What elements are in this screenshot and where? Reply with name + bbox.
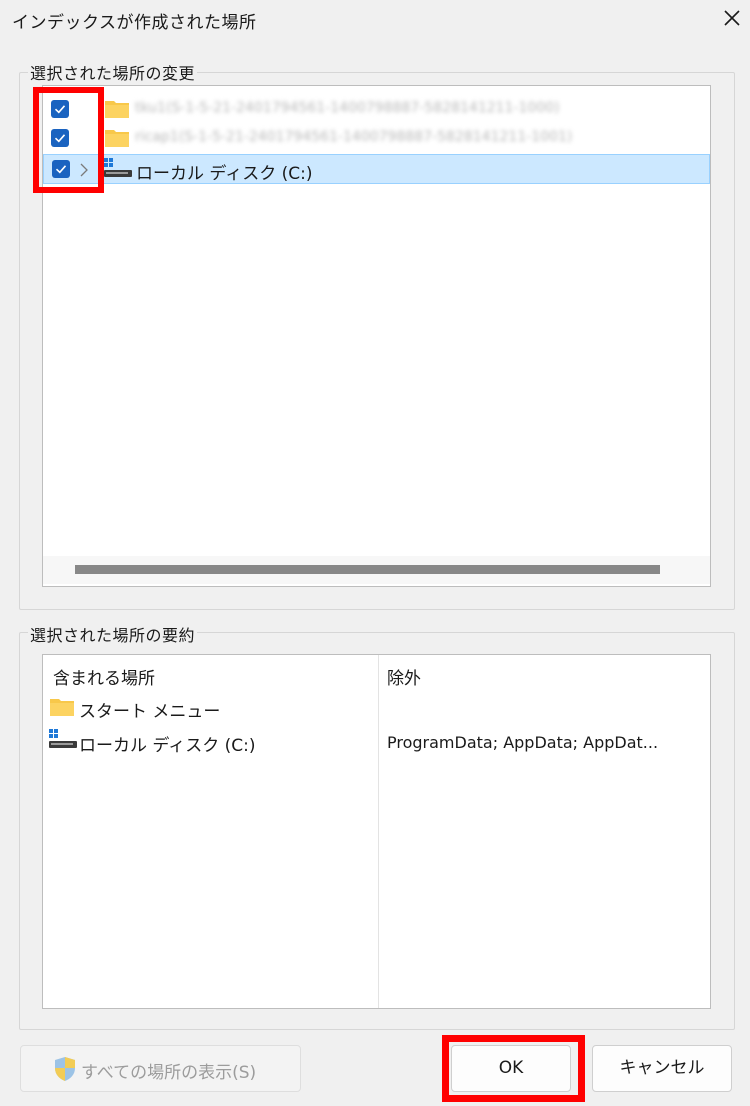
- folder-icon: [105, 99, 129, 118]
- change-locations-label: 選択された場所の変更: [28, 60, 198, 84]
- folder-icon: [105, 128, 129, 147]
- folder-icon: [50, 697, 74, 716]
- summary-list[interactable]: 含まれる場所 除外 スタート メニュー ローカル ディスク (C:) Progr…: [42, 654, 711, 1009]
- checkbox-highlight-box: [33, 87, 104, 193]
- tree-item-label: tku1(S-1-5-21-2401794561-1400798887-5828…: [135, 100, 560, 116]
- tree-item-user-folder-1[interactable]: tku1(S-1-5-21-2401794561-1400798887-5828…: [43, 94, 710, 124]
- tree-item-label: ローカル ディスク (C:): [136, 164, 313, 184]
- tree-item-local-disk-c[interactable]: ローカル ディスク (C:): [43, 154, 710, 184]
- window-title: インデックスが作成された場所: [12, 13, 257, 33]
- included-location-local-disk[interactable]: ローカル ディスク (C:): [79, 731, 255, 756]
- tree-item-label: ricap1(S-1-5-21-2401794561-1400798887-58…: [135, 129, 573, 145]
- drive-icon: [49, 729, 77, 751]
- included-location-start-menu[interactable]: スタート メニュー: [79, 697, 220, 722]
- close-icon[interactable]: [718, 4, 746, 32]
- location-tree[interactable]: tku1(S-1-5-21-2401794561-1400798887-5828…: [42, 85, 711, 587]
- shield-icon: [53, 1056, 77, 1082]
- ok-highlight-box: [442, 1035, 585, 1102]
- show-all-locations-label: すべての場所の表示(S): [81, 1063, 257, 1083]
- horizontal-scrollbar-thumb[interactable]: [75, 565, 660, 574]
- summary-label: 選択された場所の要約: [28, 622, 198, 646]
- title-bar: インデックスが作成された場所: [0, 0, 750, 40]
- column-divider: [378, 655, 379, 1008]
- excluded-paths: ProgramData; AppData; AppDat...: [387, 733, 659, 752]
- column-header-included[interactable]: 含まれる場所: [53, 664, 155, 689]
- tree-item-user-folder-2[interactable]: ricap1(S-1-5-21-2401794561-1400798887-58…: [43, 123, 710, 153]
- column-header-excluded[interactable]: 除外: [387, 664, 421, 689]
- drive-icon: [104, 158, 132, 180]
- cancel-label: キャンセル: [619, 1058, 705, 1078]
- cancel-button[interactable]: キャンセル: [592, 1045, 732, 1092]
- show-all-locations-button[interactable]: すべての場所の表示(S): [20, 1045, 301, 1092]
